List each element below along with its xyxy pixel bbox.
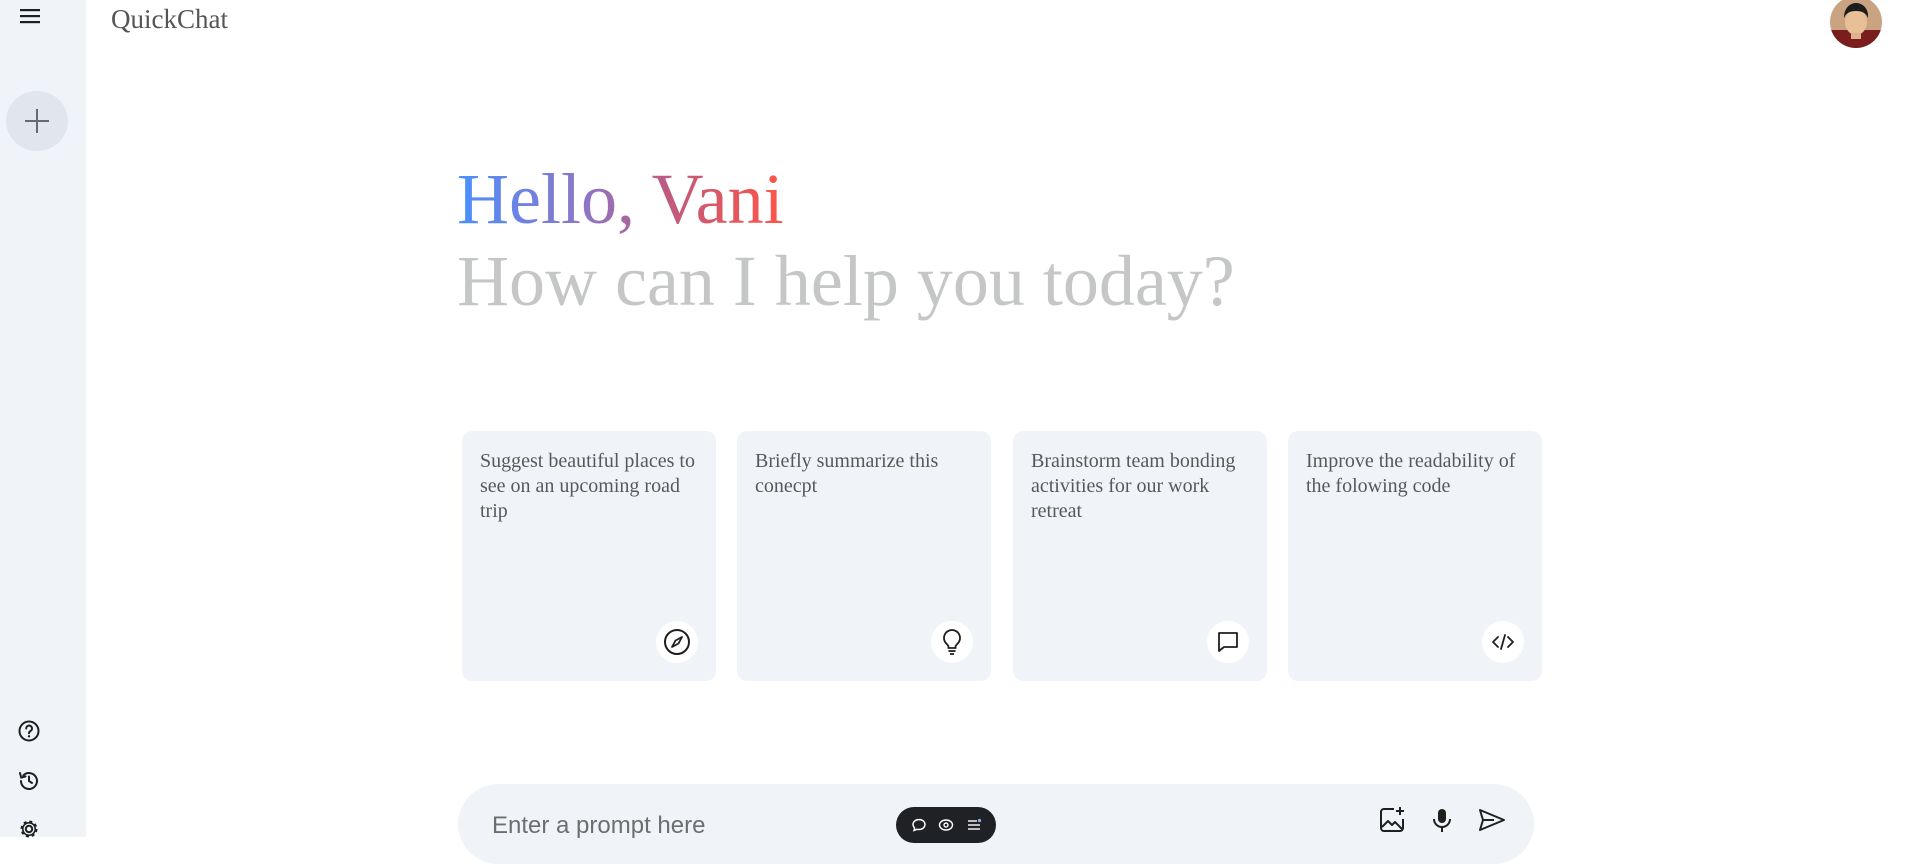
card-icon-wrapper bbox=[931, 621, 973, 663]
avatar[interactable] bbox=[1830, 0, 1882, 48]
microphone-button[interactable] bbox=[1424, 802, 1460, 838]
help-button[interactable] bbox=[14, 716, 44, 746]
history-icon bbox=[19, 772, 38, 790]
card-icon-wrapper bbox=[1482, 621, 1524, 663]
microphone-icon bbox=[1433, 809, 1451, 832]
card-icon-wrapper bbox=[656, 621, 698, 663]
menu-icon bbox=[20, 9, 40, 24]
message-icon bbox=[1218, 632, 1238, 652]
list-icon bbox=[967, 818, 981, 830]
prompt-input[interactable] bbox=[492, 806, 1132, 846]
code-icon bbox=[1492, 634, 1514, 650]
prompt-tools bbox=[1374, 802, 1510, 838]
image-add-icon bbox=[1380, 807, 1404, 832]
prompt-bar bbox=[458, 784, 1534, 864]
chat-mode-button[interactable] bbox=[908, 814, 930, 836]
suggestion-card-road-trip[interactable]: Suggest beautiful places to see on an up… bbox=[462, 431, 716, 681]
help-icon bbox=[18, 720, 40, 742]
app-title: QuickChat bbox=[111, 4, 228, 34]
user-avatar-icon bbox=[1830, 0, 1882, 48]
view-mode-button[interactable] bbox=[935, 814, 957, 836]
card-text: Briefly summarize this conecpt bbox=[755, 450, 939, 497]
send-icon bbox=[1479, 809, 1505, 831]
card-icon-wrapper bbox=[1207, 621, 1249, 663]
floating-toolbar bbox=[896, 807, 996, 843]
sidebar bbox=[0, 0, 86, 838]
eye-icon bbox=[938, 819, 954, 831]
compass-icon bbox=[664, 629, 690, 655]
card-text: Suggest beautiful places to see on an up… bbox=[480, 450, 695, 522]
chat-bubble-icon bbox=[911, 818, 926, 832]
menu-button[interactable] bbox=[14, 2, 46, 30]
history-button[interactable] bbox=[14, 766, 44, 796]
suggestion-card-brainstorm[interactable]: Brainstorm team bonding activities for o… bbox=[1013, 431, 1267, 681]
new-chat-button[interactable] bbox=[6, 91, 68, 151]
plus-icon bbox=[25, 109, 49, 133]
list-mode-button[interactable] bbox=[963, 814, 985, 836]
lightbulb-icon bbox=[943, 629, 961, 655]
send-button[interactable] bbox=[1474, 802, 1510, 838]
greeting-subtitle: How can I help you today? bbox=[457, 241, 1235, 321]
suggestion-card-code[interactable]: Improve the readability of the folowing … bbox=[1288, 431, 1542, 681]
settings-icon bbox=[20, 820, 38, 838]
greeting-title: Hello, Vani bbox=[457, 159, 784, 239]
upload-image-button[interactable] bbox=[1374, 802, 1410, 838]
suggestion-card-summarize[interactable]: Briefly summarize this conecpt bbox=[737, 431, 991, 681]
settings-button[interactable] bbox=[14, 814, 44, 844]
card-text: Brainstorm team bonding activities for o… bbox=[1031, 450, 1236, 522]
card-text: Improve the readability of the folowing … bbox=[1306, 450, 1516, 497]
